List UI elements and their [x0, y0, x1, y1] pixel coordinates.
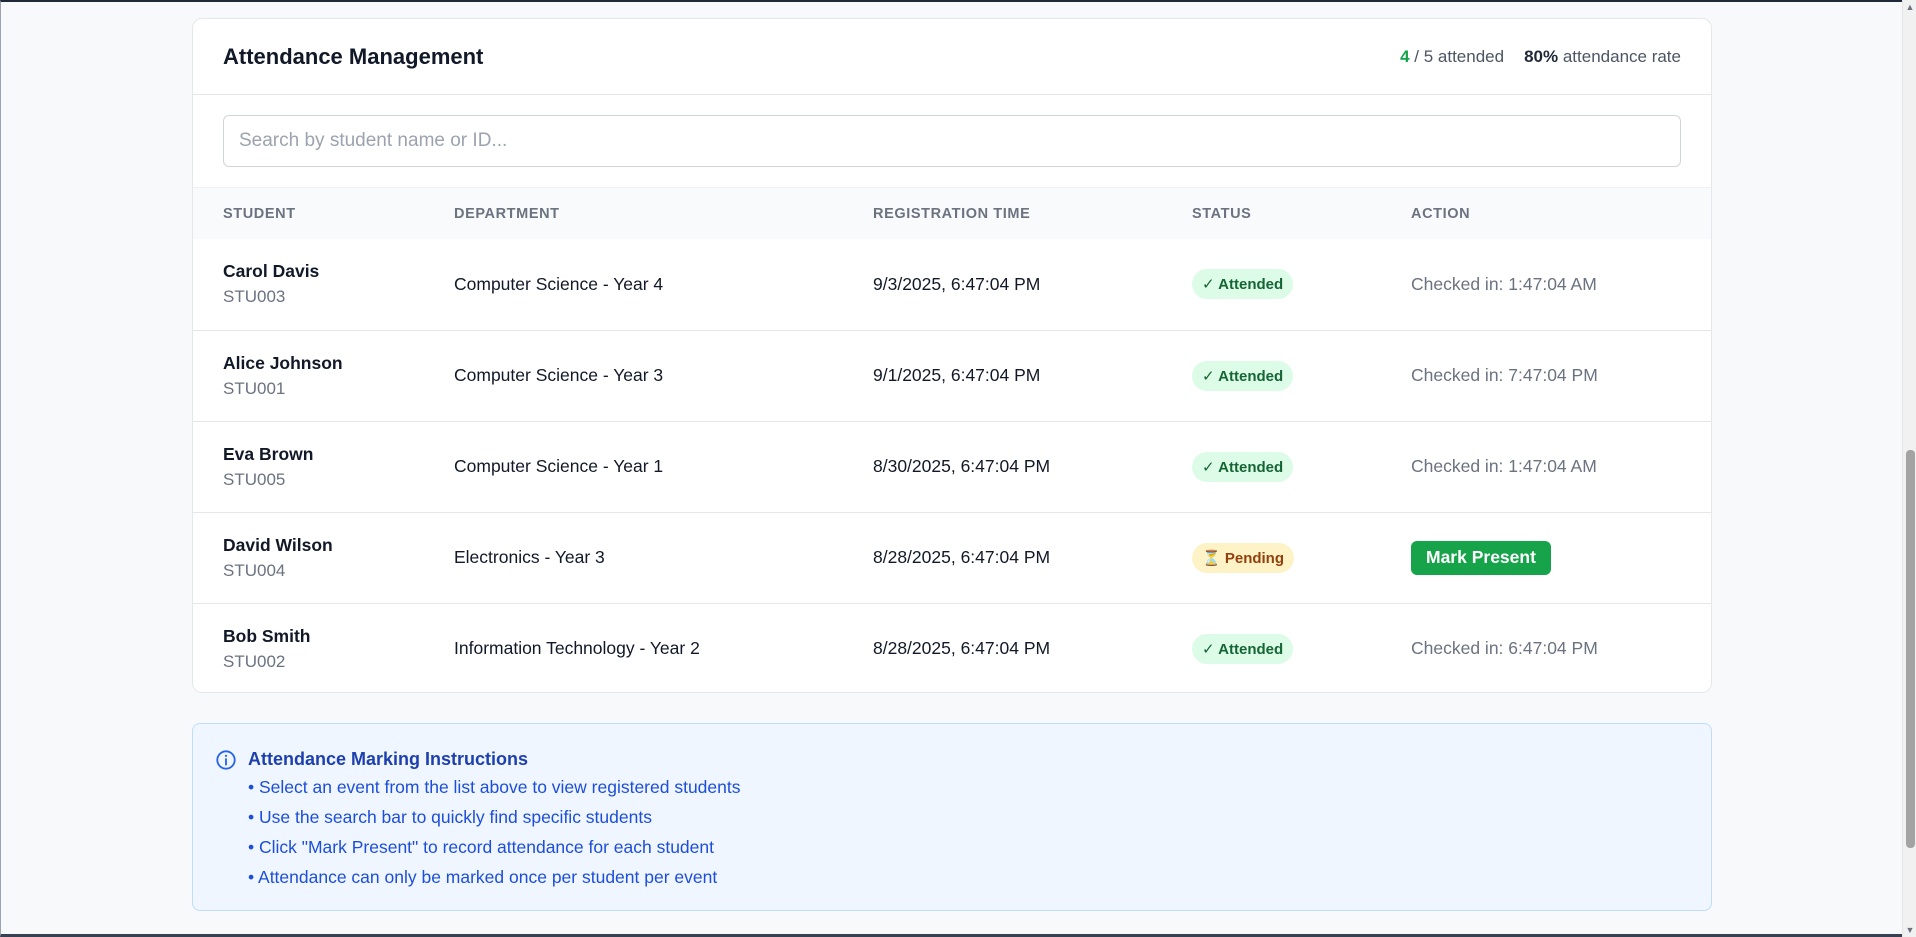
search-input[interactable]	[223, 115, 1681, 167]
mark-present-button[interactable]: Mark Present	[1411, 540, 1551, 575]
checked-in-time: Checked in: 6:47:04 PM	[1411, 638, 1598, 659]
status-badge: ⏳ Pending	[1192, 542, 1295, 573]
instructions-content: Attendance Marking Instructions • Select…	[248, 746, 741, 910]
vertical-scrollbar[interactable]: ▲ ▼	[1902, 0, 1916, 937]
instructions-panel: Attendance Marking Instructions • Select…	[192, 723, 1712, 911]
student-cell: Bob Smith STU002	[193, 603, 454, 692]
student-id: STU001	[223, 378, 286, 398]
student-name: Bob Smith	[223, 625, 311, 646]
search-bar	[193, 95, 1711, 188]
student-cell: Alice Johnson STU001	[193, 330, 454, 421]
table-row: Carol Davis STU003 Computer Science - Ye…	[193, 239, 1711, 330]
student-id: STU005	[223, 469, 286, 489]
table-row: Bob Smith STU002 Information Technology …	[193, 603, 1711, 692]
status-badge: ✓ Attended	[1192, 451, 1294, 482]
scroll-down-arrow-icon[interactable]: ▼	[1903, 923, 1916, 937]
registration-time-cell: 8/30/2025, 6:47:04 PM	[873, 456, 1051, 476]
student-name: David Wilson	[223, 534, 333, 555]
checked-in-time: Checked in: 1:47:04 AM	[1411, 456, 1597, 476]
instruction-item: • Use the search bar to quickly find spe…	[248, 807, 652, 827]
registration-time-cell: 8/28/2025, 6:47:04 PM	[873, 638, 1051, 659]
attendance-stats: 4 / 5 attended 80% attendance rate	[1400, 47, 1681, 67]
attendance-card: Attendance Management 4 / 5 attended 80%…	[192, 18, 1712, 693]
action-cell: Mark Present	[1411, 512, 1711, 603]
action-cell: Checked in: 7:47:04 PM	[1411, 330, 1711, 421]
column-header-status: STATUS	[1192, 205, 1252, 222]
scrollbar-thumb[interactable]	[1906, 450, 1915, 848]
checked-in-time: Checked in: 1:47:04 AM	[1411, 273, 1597, 294]
status-cell: ✓ Attended	[1192, 421, 1411, 512]
instructions-list: • Select an event from the list above to…	[248, 772, 741, 892]
status-badge: ✓ Attended	[1192, 269, 1294, 300]
action-cell: Checked in: 1:47:04 AM	[1411, 239, 1711, 330]
student-id: STU003	[223, 287, 286, 307]
column-header-department: DEPARTMENT	[454, 205, 560, 222]
student-name: Carol Davis	[223, 261, 320, 282]
attended-label: / 5 attended	[1414, 46, 1505, 66]
status-cell: ✓ Attended	[1192, 603, 1411, 692]
page-title: Attendance Management	[223, 43, 484, 69]
attendance-rate-value: 80%	[1524, 46, 1559, 66]
status-badge: ✓ Attended	[1192, 360, 1294, 391]
student-cell: Carol Davis STU003	[193, 239, 454, 330]
info-circle-icon	[216, 750, 236, 770]
table-row: Eva Brown STU005 Computer Science - Year…	[193, 421, 1711, 512]
action-cell: Checked in: 6:47:04 PM	[1411, 603, 1711, 692]
table-row: David Wilson STU004 Electronics - Year 3…	[193, 512, 1711, 603]
department-cell: Computer Science - Year 4	[454, 273, 664, 294]
student-name: Eva Brown	[223, 443, 314, 464]
instruction-item: • Attendance can only be marked once per…	[248, 867, 718, 887]
column-header-student: STUDENT	[223, 205, 296, 222]
attended-stat: 4 / 5 attended	[1400, 47, 1504, 67]
department-cell: Computer Science - Year 1	[454, 456, 664, 476]
checked-in-time: Checked in: 7:47:04 PM	[1411, 365, 1598, 385]
attendance-table: STUDENT DEPARTMENT REGISTRATION TIME STA…	[193, 188, 1711, 692]
student-cell: Eva Brown STU005	[193, 421, 454, 512]
student-name: Alice Johnson	[223, 352, 343, 373]
department-cell: Information Technology - Year 2	[454, 638, 700, 659]
action-cell: Checked in: 1:47:04 AM	[1411, 421, 1711, 512]
table-row: Alice Johnson STU001 Computer Science - …	[193, 330, 1711, 421]
rate-stat: 80% attendance rate	[1524, 47, 1681, 67]
status-cell: ⏳ Pending	[1192, 512, 1411, 603]
student-id: STU004	[223, 560, 286, 580]
status-badge: ✓ Attended	[1192, 633, 1294, 664]
attendance-rate-label: attendance rate	[1562, 46, 1681, 66]
registration-time-cell: 9/3/2025, 6:47:04 PM	[873, 273, 1041, 294]
student-id: STU002	[223, 651, 286, 671]
scroll-up-arrow-icon[interactable]: ▲	[1903, 0, 1916, 14]
status-cell: ✓ Attended	[1192, 330, 1411, 421]
registration-time-cell: 9/1/2025, 6:47:04 PM	[873, 365, 1041, 385]
department-cell: Electronics - Year 3	[454, 547, 605, 567]
instruction-item: • Select an event from the list above to…	[248, 777, 741, 797]
page-viewport: Attendance Management 4 / 5 attended 80%…	[0, 0, 1902, 937]
attended-count: 4	[1400, 46, 1410, 66]
registration-time-cell: 8/28/2025, 6:47:04 PM	[873, 547, 1051, 567]
status-cell: ✓ Attended	[1192, 239, 1411, 330]
instruction-item: • Click "Mark Present" to record attenda…	[248, 837, 714, 857]
department-cell: Computer Science - Year 3	[454, 365, 664, 385]
instructions-title: Attendance Marking Instructions	[248, 749, 529, 769]
student-cell: David Wilson STU004	[193, 512, 454, 603]
table-header-row: STUDENT DEPARTMENT REGISTRATION TIME STA…	[193, 188, 1711, 239]
column-header-action: ACTION	[1411, 205, 1471, 222]
card-header: Attendance Management 4 / 5 attended 80%…	[193, 19, 1711, 95]
column-header-registration-time: REGISTRATION TIME	[873, 205, 1031, 222]
